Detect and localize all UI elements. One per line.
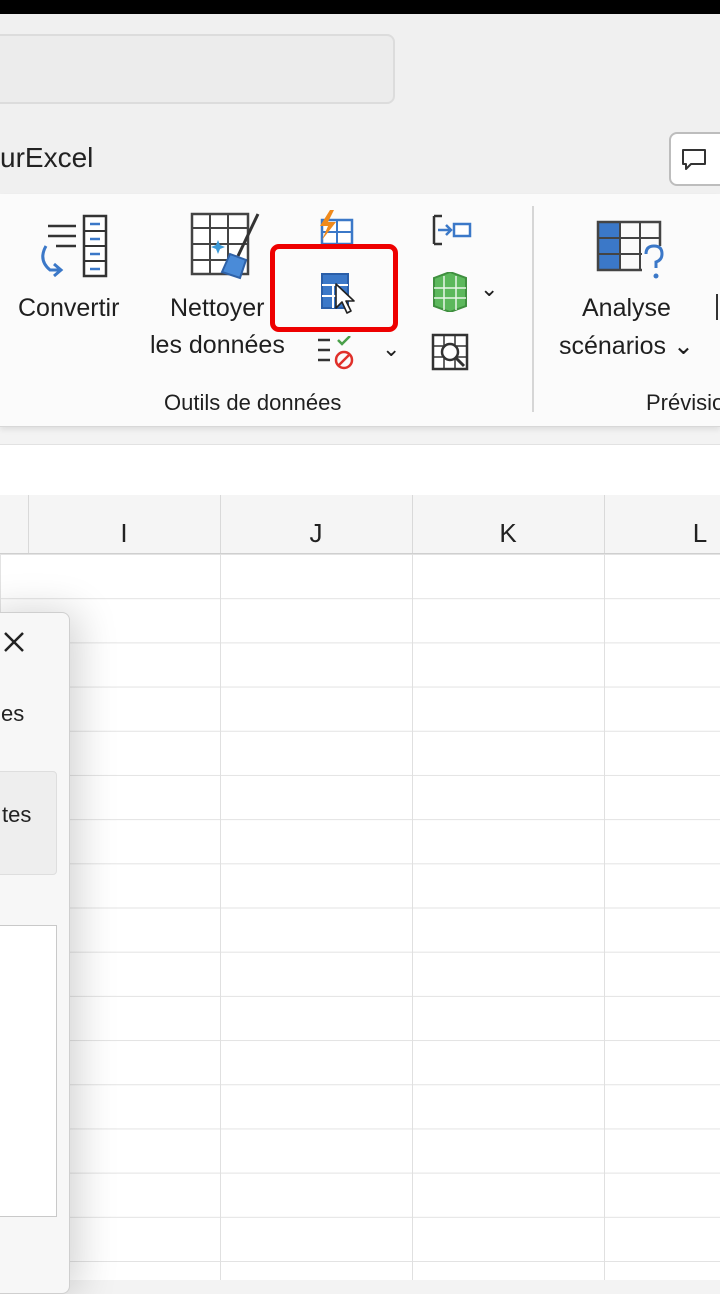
consolidate-icon[interactable] [430,212,472,248]
highlight-box [270,244,398,332]
flash-fill-icon[interactable] [316,210,356,246]
column-headers: I J K L [0,495,720,554]
analyse-label-line1[interactable]: Analyse [582,294,671,323]
top-black-bar [0,0,720,14]
convertir-button-label[interactable]: Convertir [18,294,119,323]
data-model-icon[interactable] [430,272,472,312]
relationships-icon[interactable] [430,332,472,372]
data-validation-icon[interactable] [316,336,356,372]
search-box[interactable] [0,34,395,104]
what-if-analysis-icon[interactable] [594,216,668,282]
data-validation-dropdown-chevron[interactable]: ⌄ [382,336,400,362]
comments-button[interactable] [669,132,720,186]
dialog-text-1: es [1,701,25,726]
data-model-dropdown-chevron[interactable]: ⌄ [480,276,498,302]
dialog-list-box[interactable] [0,925,57,1217]
cut-off-button[interactable] [716,294,718,320]
spreadsheet-grid[interactable] [0,554,720,1280]
group-separator [532,206,534,412]
formula-bar[interactable] [0,444,720,496]
dialog-panel: es tes [0,612,70,1294]
analyse-label-line2[interactable]: scénarios ⌄ [559,331,694,361]
group-label-prevision: Prévisio [646,390,720,415]
dialog-text-2: tes [2,802,32,827]
nettoyer-label-line2[interactable]: les données [150,331,285,360]
ribbon: Convertir Nettoyer les données ⌄ ⌄ Outil… [0,194,720,427]
nettoyer-label-line1[interactable]: Nettoyer [170,294,264,323]
grid-column-line [604,554,605,1280]
column-header-i[interactable]: I [28,495,220,553]
close-icon[interactable] [0,627,29,657]
text-to-columns-icon[interactable] [36,212,112,280]
comment-icon [682,149,706,170]
grid-column-line [220,554,221,1280]
clean-data-icon[interactable] [190,210,264,282]
column-header-k[interactable]: K [412,495,604,553]
column-header-l[interactable]: L [604,495,720,553]
dialog-option-button[interactable]: tes [0,771,57,875]
app-title: urExcel [0,142,94,173]
group-label-outils: Outils de données [164,390,342,415]
column-header-j[interactable]: J [220,495,412,553]
grid-column-line [412,554,413,1280]
